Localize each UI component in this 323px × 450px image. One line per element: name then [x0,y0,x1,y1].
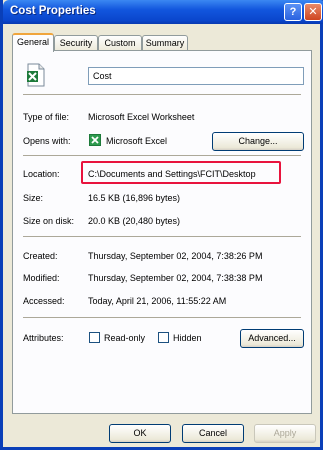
size-value: 16.5 KB (16,896 bytes) [88,193,181,203]
location-value: C:\Documents and Settings\FCIT\Desktop [88,169,256,179]
read-only-checkbox[interactable] [89,332,100,343]
attributes-label: Attributes: [23,333,64,343]
location-label: Location: [23,169,60,179]
modified-value: Thursday, September 02, 2004, 7:38:38 PM [88,273,263,283]
excel-file-icon [26,63,46,87]
file-name-field[interactable]: Cost [88,67,304,85]
divider [23,94,301,95]
cancel-button[interactable]: Cancel [182,424,244,443]
type-value: Microsoft Excel Worksheet [88,112,195,122]
properties-dialog: Cost Properties ? ✕ General Security Cus… [0,0,323,450]
size-on-disk-value: 20.0 KB (20,480 bytes) [88,216,181,226]
hidden-checkbox[interactable] [158,332,169,343]
general-panel: Cost Type of file: Microsoft Excel Works… [12,50,312,414]
hidden-label[interactable]: Hidden [173,333,202,343]
ok-button[interactable]: OK [109,424,171,443]
excel-app-icon [89,134,101,146]
modified-label: Modified: [23,273,60,283]
close-button[interactable]: ✕ [304,3,322,21]
divider [23,317,301,318]
help-button[interactable]: ? [284,3,302,21]
window-title: Cost Properties [10,5,96,17]
read-only-label[interactable]: Read-only [104,333,145,343]
size-on-disk-label: Size on disk: [23,216,75,226]
change-button[interactable]: Change... [212,132,304,151]
title-bar[interactable]: Cost Properties ? ✕ [3,0,323,24]
created-value: Thursday, September 02, 2004, 7:38:26 PM [88,251,263,261]
opens-with-value: Microsoft Excel [106,136,168,146]
advanced-button[interactable]: Advanced... [240,329,304,348]
accessed-value: Today, April 21, 2006, 11:55:22 AM [88,296,227,306]
tab-custom[interactable]: Custom [98,35,142,51]
type-label: Type of file: [23,112,70,122]
tab-general[interactable]: General [12,33,54,52]
tab-security[interactable]: Security [54,35,98,51]
divider [23,236,301,237]
tab-summary[interactable]: Summary [142,35,188,51]
created-label: Created: [23,251,58,261]
opens-with-label: Opens with: [23,136,71,146]
apply-button[interactable]: Apply [254,424,316,443]
divider [23,155,301,156]
accessed-label: Accessed: [23,296,65,306]
size-label: Size: [23,193,44,203]
